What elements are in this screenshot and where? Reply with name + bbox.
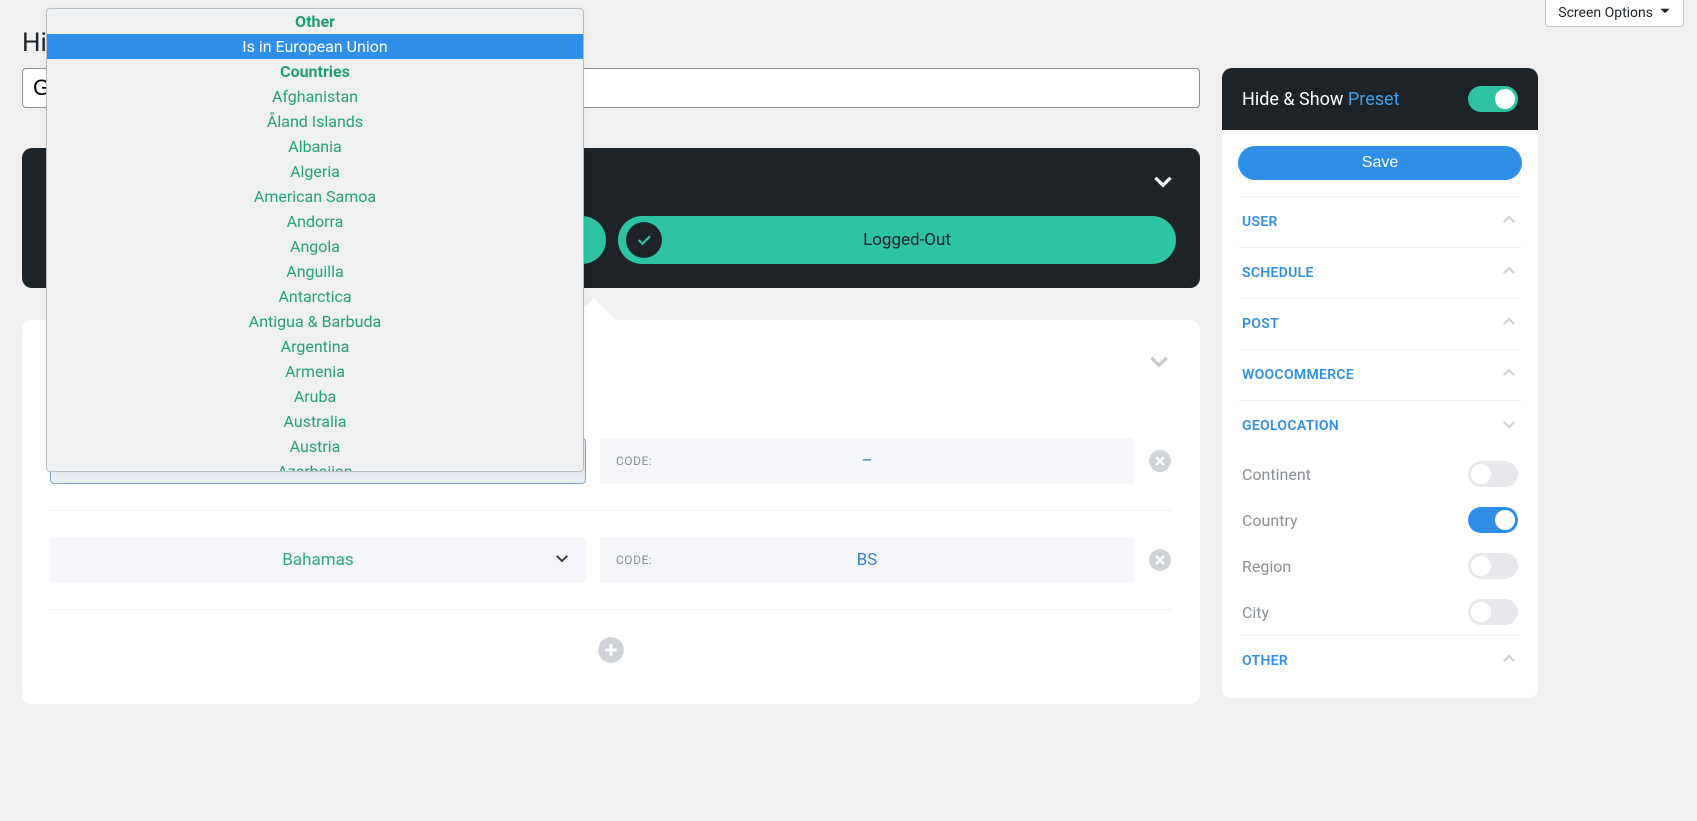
dropdown-item[interactable]: Australia <box>47 409 583 434</box>
country-dropdown[interactable]: OtherIs in European UnionCountriesAfghan… <box>46 8 584 472</box>
chevron-down-icon[interactable] <box>1150 168 1176 198</box>
accordion-schedule[interactable]: SCHEDULE <box>1238 247 1522 298</box>
accordion-label: POST <box>1242 316 1279 332</box>
dropdown-item[interactable]: American Samoa <box>47 184 583 209</box>
dropdown-item[interactable]: Austria <box>47 434 583 459</box>
chevron-down-icon <box>553 549 571 572</box>
country-toggle[interactable] <box>1468 507 1518 533</box>
dropdown-item[interactable]: Aruba <box>47 384 583 409</box>
dropdown-group-other: Other <box>47 9 583 34</box>
dropdown-item[interactable]: Antigua & Barbuda <box>47 309 583 334</box>
accordion-label: SCHEDULE <box>1242 265 1314 281</box>
accordion-user[interactable]: USER <box>1238 196 1522 247</box>
dropdown-item[interactable]: Andorra <box>47 209 583 234</box>
code-value: – <box>861 451 872 471</box>
dropdown-item[interactable]: Angola <box>47 234 583 259</box>
chevron-up-icon <box>1500 211 1518 233</box>
sub-item-label: City <box>1242 603 1269 622</box>
accordion-geolocation[interactable]: GEOLOCATION <box>1238 400 1522 451</box>
accordion-post[interactable]: POST <box>1238 298 1522 349</box>
add-rule-button[interactable] <box>50 636 1172 664</box>
dropdown-item[interactable]: Azerbaijan <box>47 459 583 471</box>
logged-out-pill[interactable]: Logged-Out <box>618 216 1176 264</box>
remove-button[interactable] <box>1148 548 1172 572</box>
screen-options-label: Screen Options <box>1558 5 1653 21</box>
select-value: Bahamas <box>282 550 353 570</box>
chevron-down-icon[interactable] <box>1146 348 1172 378</box>
dropdown-item[interactable]: Åland Islands <box>47 109 583 134</box>
screen-options-tab[interactable]: Screen Options <box>1545 0 1684 27</box>
geo-region-row: Region <box>1238 543 1522 589</box>
page-title: Hi <box>22 28 47 58</box>
geo-country-row: Country <box>1238 497 1522 543</box>
dropdown-item[interactable]: Afghanistan <box>47 84 583 109</box>
rule-row: Bahamas CODE: BS <box>50 537 1172 610</box>
accordion-woocommerce[interactable]: WOOCOMMERCE <box>1238 349 1522 400</box>
dropdown-item[interactable]: Is in European Union <box>47 34 583 59</box>
sidebar-header: Hide & Show Preset <box>1222 68 1538 130</box>
dropdown-item[interactable]: Argentina <box>47 334 583 359</box>
chevron-down-icon <box>1500 415 1518 437</box>
country-select[interactable]: Bahamas <box>50 537 586 583</box>
continent-toggle[interactable] <box>1468 461 1518 487</box>
dropdown-group-countries: Countries <box>47 59 583 84</box>
sidebar-title: Hide & Show Preset <box>1242 89 1399 110</box>
city-toggle[interactable] <box>1468 599 1518 625</box>
accordion-label: USER <box>1242 214 1278 230</box>
settings-sidebar: Hide & Show Preset Save USER SCHEDULE PO… <box>1222 68 1538 698</box>
region-toggle[interactable] <box>1468 553 1518 579</box>
save-button[interactable]: Save <box>1238 146 1522 180</box>
code-box: CODE: BS <box>600 537 1134 583</box>
code-label: CODE: <box>616 454 652 468</box>
dropdown-item[interactable]: Antarctica <box>47 284 583 309</box>
chevron-up-icon <box>1500 364 1518 386</box>
sub-item-label: Region <box>1242 557 1291 576</box>
chevron-up-icon <box>1500 313 1518 335</box>
code-value: BS <box>857 550 878 570</box>
chevron-up-icon <box>1500 262 1518 284</box>
geo-city-row: City <box>1238 589 1522 635</box>
caret-down-icon <box>1659 5 1671 21</box>
dropdown-item[interactable]: Algeria <box>47 159 583 184</box>
code-label: CODE: <box>616 553 652 567</box>
accordion-label: OTHER <box>1242 653 1288 669</box>
chevron-up-icon <box>1500 650 1518 672</box>
sub-item-label: Country <box>1242 511 1298 530</box>
dropdown-item[interactable]: Anguilla <box>47 259 583 284</box>
dropdown-item[interactable]: Armenia <box>47 359 583 384</box>
remove-button[interactable] <box>1148 449 1172 473</box>
accordion-other[interactable]: OTHER <box>1238 635 1522 686</box>
accordion-label: GEOLOCATION <box>1242 418 1339 434</box>
code-box: CODE: – <box>600 438 1134 484</box>
sub-item-label: Continent <box>1242 465 1311 484</box>
preset-enable-toggle[interactable] <box>1468 86 1518 112</box>
pill-label: Logged-Out <box>678 230 1176 250</box>
dropdown-item[interactable]: Albania <box>47 134 583 159</box>
check-icon <box>626 222 662 258</box>
accordion-label: WOOCOMMERCE <box>1242 367 1354 383</box>
geo-continent-row: Continent <box>1238 451 1522 497</box>
